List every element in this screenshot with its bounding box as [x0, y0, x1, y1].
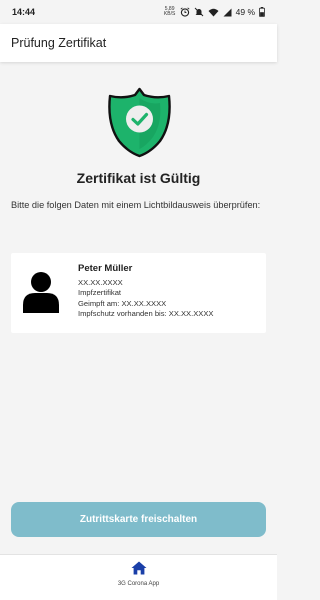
- status-bar: 14:44 5,89 KB/S 49 %: [0, 0, 277, 24]
- alarm-icon: [180, 7, 190, 17]
- app-bar: Prüfung Zertifikat: [0, 24, 277, 62]
- battery-percentage: 49 %: [235, 7, 255, 17]
- unlock-access-card-button[interactable]: Zutrittskarte freischalten: [11, 502, 266, 537]
- protection-until: Impfschutz vorhanden bis: XX.XX.XXXX: [78, 309, 214, 318]
- network-rate-unit: KB/S: [163, 11, 176, 17]
- person-avatar-icon: [22, 271, 60, 313]
- certificate-type: Impfzertifikat: [78, 288, 122, 297]
- home-icon: [131, 561, 147, 575]
- nav-label-home: 3G Corona App: [117, 581, 160, 587]
- nav-item-home[interactable]: 3G Corona App: [0, 555, 277, 600]
- bottom-nav: 3G Corona App: [0, 554, 277, 600]
- signal-icon: [223, 8, 232, 17]
- battery-icon: [259, 7, 265, 17]
- check-circle-icon: [126, 105, 153, 133]
- status-time: 14:44: [12, 7, 36, 17]
- valid-shield-icon: [106, 86, 173, 158]
- person-info: Peter Müller XX.XX.XXXX Impfzertifikat G…: [78, 263, 214, 320]
- vaccinated-on: Geimpft am: XX.XX.XXXX: [78, 298, 167, 308]
- status-icons: 5,89 KB/S 49 %: [164, 7, 265, 17]
- person-name: Peter Müller: [78, 263, 133, 274]
- result-title: Zertifikat ist Gültig: [76, 170, 201, 186]
- network-rate: 5,89 KB/S: [164, 7, 176, 17]
- person-birthdate: XX.XX.XXXX: [78, 277, 123, 287]
- wifi-icon: [208, 8, 219, 17]
- person-card: Peter Müller XX.XX.XXXX Impfzertifikat G…: [11, 253, 266, 333]
- page-title: Prüfung Zertifikat: [11, 36, 107, 50]
- mute-icon: [194, 7, 204, 17]
- instruction-text: Bitte die folgen Daten mit einem Lichtbi…: [11, 200, 261, 210]
